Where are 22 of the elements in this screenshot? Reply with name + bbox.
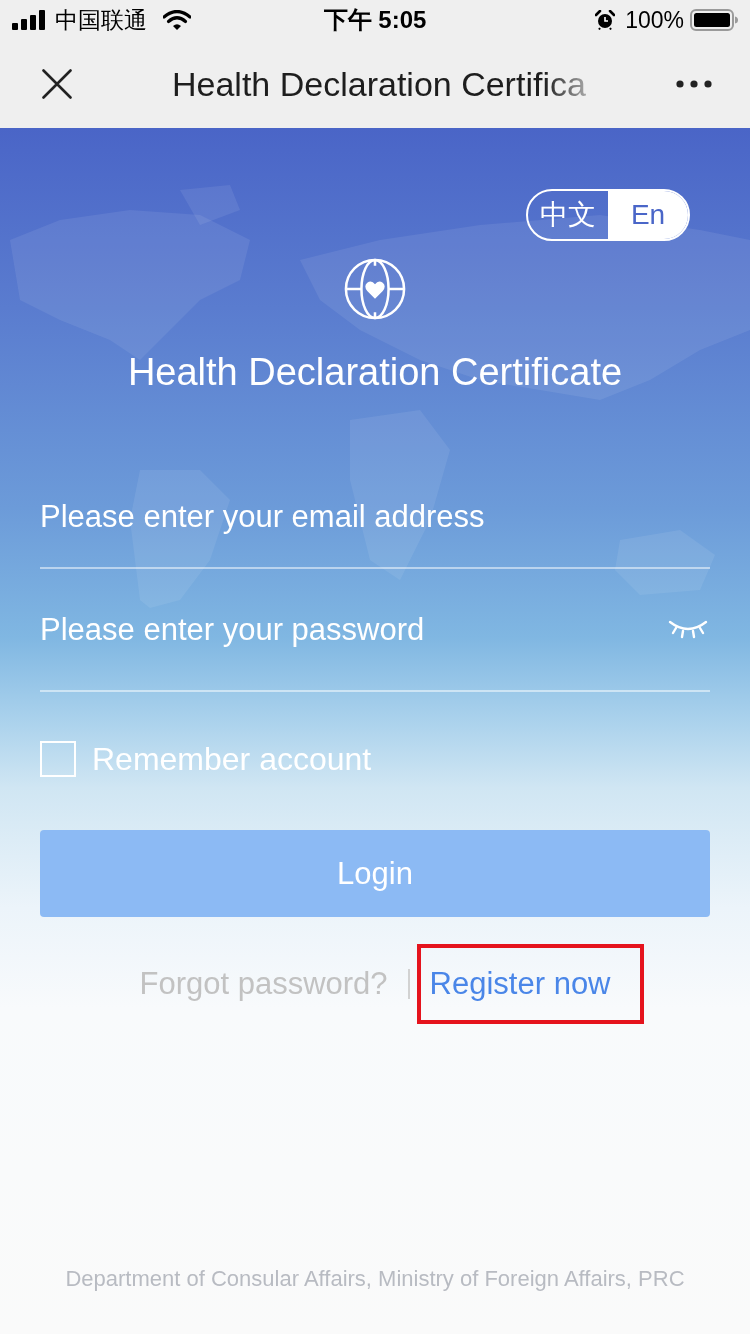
app-title: Health Declaration Certificate [127, 350, 623, 395]
close-button[interactable] [42, 69, 72, 99]
email-field[interactable]: Please enter your email address [40, 467, 710, 569]
register-link[interactable]: Register now [429, 966, 611, 1002]
login-button[interactable]: Login [40, 830, 710, 917]
battery-percent: 100% [625, 6, 684, 34]
footer-text: Department of Consular Affairs, Ministry of Foreign Affairs, PRC [65, 1266, 685, 1292]
alarm-clock-icon [595, 10, 616, 30]
language-option[interactable]: En [608, 191, 688, 239]
page-title: Health Declaration Certifica [172, 64, 586, 104]
carrier-name: 中国联通 [55, 6, 147, 34]
more-icon [676, 80, 712, 88]
battery-icon [690, 9, 738, 31]
password-field[interactable]: Please enter your password [40, 569, 710, 692]
more-button[interactable] [676, 80, 712, 88]
language-option[interactable]: 中文 [528, 191, 608, 239]
globe-heart-icon [344, 258, 406, 320]
wifi-icon [163, 10, 191, 30]
status-time: 下午 5:05 [323, 6, 427, 34]
close-icon [42, 69, 72, 99]
remember-checkbox[interactable] [40, 741, 76, 777]
signal-icon [12, 10, 46, 30]
